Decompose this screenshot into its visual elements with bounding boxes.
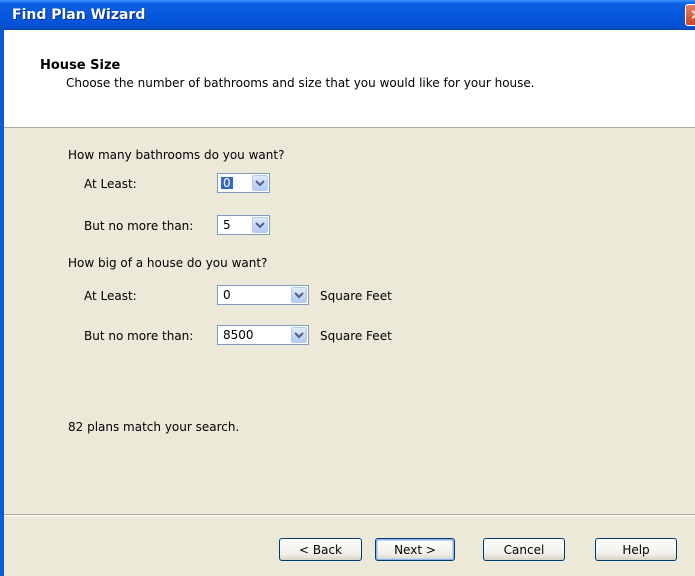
window-title: Find Plan Wizard (12, 7, 146, 23)
footer-divider (4, 514, 695, 516)
bathrooms-max-select[interactable]: 5 (217, 215, 270, 235)
chevron-down-icon[interactable] (252, 217, 268, 233)
size-max-unit: Square Feet (320, 329, 392, 343)
match-status: 82 plans match your search. (68, 420, 240, 434)
bathrooms-max-label: But no more than: (84, 219, 194, 233)
chevron-down-icon[interactable] (252, 175, 268, 191)
bathrooms-min-label: At Least: (84, 177, 137, 191)
size-question: How big of a house do you want? (68, 256, 268, 270)
page-description: Choose the number of bathrooms and size … (66, 76, 535, 90)
chevron-down-icon[interactable] (291, 287, 307, 303)
back-button[interactable]: < Back (279, 538, 362, 561)
size-max-select[interactable]: 8500 (217, 325, 309, 345)
size-max-value: 8500 (223, 328, 254, 342)
size-min-select[interactable]: 0 (217, 285, 309, 305)
next-button[interactable]: Next > (375, 538, 455, 561)
size-max-label: But no more than: (84, 329, 194, 343)
page-title: House Size (40, 58, 121, 73)
bathrooms-min-value: 0 (221, 176, 233, 190)
size-min-label: At Least: (84, 289, 137, 303)
size-min-value: 0 (223, 288, 231, 302)
cancel-button[interactable]: Cancel (483, 538, 565, 561)
bathrooms-min-select[interactable]: 0 (217, 173, 270, 193)
wizard-header: House Size Choose the number of bathroom… (4, 30, 695, 128)
close-icon: ✕ (690, 6, 695, 24)
help-button[interactable]: Help (595, 538, 677, 561)
bathrooms-question: How many bathrooms do you want? (68, 148, 285, 162)
chevron-down-icon[interactable] (291, 327, 307, 343)
title-bar[interactable]: Find Plan Wizard ✕ (0, 0, 695, 30)
size-min-unit: Square Feet (320, 289, 392, 303)
close-button[interactable]: ✕ (685, 4, 695, 26)
wizard-window: Find Plan Wizard ✕ House Size Choose the… (0, 0, 695, 576)
bathrooms-max-value: 5 (223, 218, 231, 232)
